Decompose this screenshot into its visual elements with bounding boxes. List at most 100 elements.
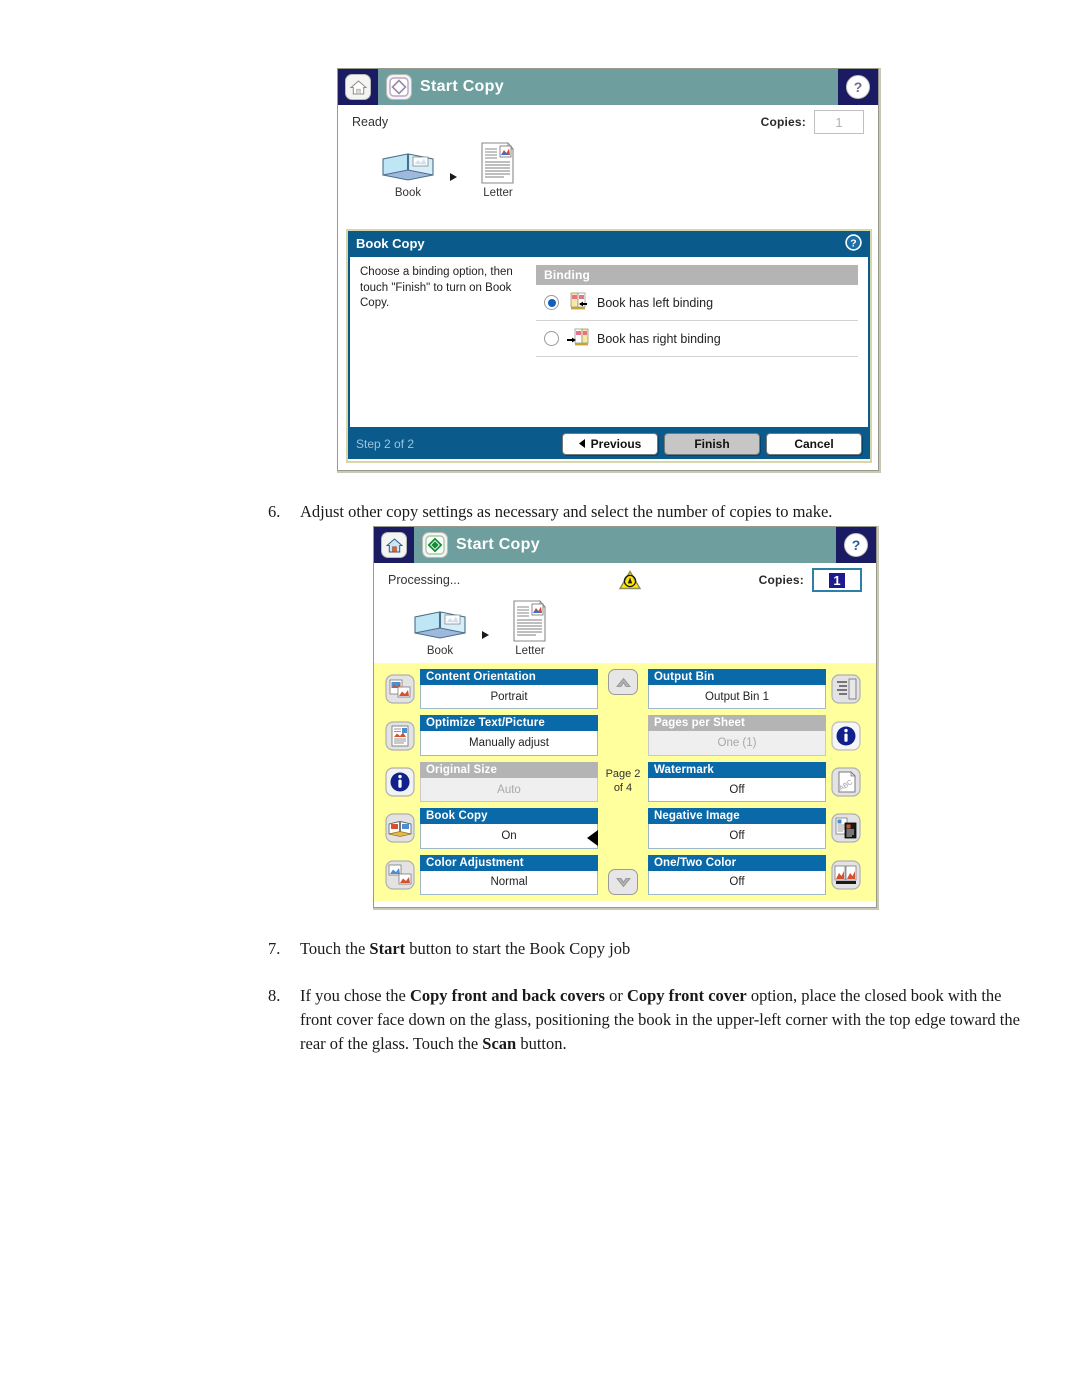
step-7-text: Touch the Start button to start the Book… (300, 937, 1008, 961)
letter-page-icon (513, 599, 546, 642)
setting-caption: One/Two Color (648, 854, 826, 871)
copies-input[interactable]: 1 (812, 568, 862, 592)
screen2-title: Start Copy (456, 536, 540, 553)
setting-color-adjustment[interactable]: Color Adjustment Normal (380, 854, 598, 896)
scroll-up-button[interactable] (608, 669, 638, 695)
setting-value: Portrait (420, 685, 598, 710)
setting-one-two-color[interactable]: One/Two Color Off (648, 854, 866, 896)
device-screen-copy-settings: Start Copy ? Processing... Copies: 1 Boo… (373, 526, 879, 910)
screen2-originals-strip: Book Letter (374, 597, 876, 663)
step-8-b2: Copy front cover (626, 986, 747, 1005)
copies-control[interactable]: Copies: 1 (761, 110, 864, 134)
original-type-book[interactable]: Book (378, 145, 438, 199)
step-8-text: If you chose the Copy front and back cov… (300, 984, 1020, 1056)
radio-right-binding[interactable] (544, 331, 559, 346)
home-icon (345, 74, 371, 100)
info-icon (380, 762, 420, 802)
output-type-letter[interactable]: Letter (468, 141, 528, 199)
book-copy-dialog-titlebar: Book Copy ? (348, 231, 870, 257)
binding-option-left-label: Book has left binding (597, 295, 714, 310)
finish-button[interactable]: Finish (664, 432, 760, 455)
screen1-status-row: Ready Copies: 1 (338, 105, 878, 139)
step-8-number: 8. (268, 986, 281, 1005)
book-icon (414, 611, 466, 639)
setting-caption: Watermark (648, 761, 826, 778)
setting-caption: Negative Image (648, 808, 826, 825)
setting-value: Output Bin 1 (648, 685, 826, 710)
copies-input[interactable]: 1 (814, 110, 864, 134)
binding-option-left[interactable]: Book has left binding (536, 285, 858, 321)
flow-arrow-icon (476, 613, 494, 657)
help-icon: ? (846, 75, 870, 99)
home-button[interactable] (374, 527, 414, 563)
selected-pointer-icon (587, 830, 598, 847)
info-icon (826, 715, 866, 755)
setting-value: Manually adjust (420, 731, 598, 756)
copies-label: Copies: (758, 573, 804, 587)
setting-caption: Color Adjustment (420, 854, 598, 871)
help-button[interactable]: ? (836, 527, 876, 563)
finish-button-label: Finish (694, 436, 730, 451)
page-indicator-line1: Page 2 (605, 768, 641, 781)
output-type-letter[interactable]: Letter (500, 599, 560, 657)
home-icon (381, 532, 407, 558)
radio-left-binding[interactable] (544, 295, 559, 310)
output-type-letter-label: Letter (515, 645, 545, 657)
negative-image-icon (826, 808, 866, 848)
setting-negative-image[interactable]: Negative Image Off (648, 808, 866, 849)
setting-caption: Pages per Sheet (648, 715, 826, 732)
binding-option-right[interactable]: Book has right binding (536, 321, 858, 357)
right-binding-icon (567, 327, 589, 350)
step-indicator: Step 2 of 2 (356, 436, 415, 451)
start-copy-button[interactable] (378, 69, 420, 105)
setting-output-bin[interactable]: Output Bin Output Bin 1 (648, 669, 866, 710)
left-arrow-icon (578, 439, 585, 448)
page-indicator-line2: of 4 (613, 782, 633, 794)
copies-input-value: 1 (829, 572, 845, 588)
scroll-down-button[interactable] (608, 869, 638, 895)
book-copy-dialog: Book Copy ? Choose a binding option, the… (346, 229, 872, 463)
start-copy-button[interactable] (414, 527, 456, 563)
original-type-book[interactable]: Book (410, 603, 470, 657)
setting-optimize-text-picture[interactable]: Optimize Text/Picture Manually adjust (380, 715, 598, 756)
svg-text:?: ? (850, 237, 856, 249)
home-button[interactable] (338, 69, 378, 105)
previous-button[interactable]: Previous (562, 432, 658, 455)
binding-option-right-label: Book has right binding (597, 331, 721, 346)
chevron-down-icon (615, 877, 631, 887)
warning-icon[interactable] (618, 570, 642, 593)
orientation-icon (380, 669, 420, 709)
copies-control[interactable]: Copies: 1 (759, 568, 862, 592)
setting-pages-per-sheet: Pages per Sheet One (1) (648, 715, 866, 756)
letter-page-icon (481, 141, 514, 184)
dialog-button-row: Previous Finish Cancel (562, 432, 862, 455)
setting-original-size: Original Size Auto (380, 761, 598, 803)
binding-option-group: Binding Book has left binding Book has r… (536, 265, 858, 357)
text-picture-icon (380, 715, 420, 755)
setting-value: Normal (420, 870, 598, 896)
setting-caption: Content Orientation (420, 669, 598, 685)
setting-value: One (1) (648, 731, 826, 756)
setting-caption: Original Size (420, 761, 598, 778)
step-8-p2: or (604, 986, 627, 1005)
setting-caption: Book Copy (420, 808, 598, 825)
help-icon[interactable]: ? (845, 233, 862, 254)
book-copy-icon (380, 808, 420, 848)
step-7-number: 7. (268, 939, 281, 958)
cancel-button[interactable]: Cancel (766, 432, 862, 455)
start-copy-icon (386, 74, 412, 100)
page-indicator: Page 2 of 4 (606, 768, 641, 796)
setting-value: Auto (420, 777, 598, 803)
setting-value: Off (648, 870, 826, 896)
help-button[interactable]: ? (838, 69, 878, 105)
setting-watermark[interactable]: Watermark Off ABC (648, 761, 866, 803)
book-copy-dialog-body: Choose a binding option, then touch "Fin… (348, 257, 870, 427)
left-binding-icon (567, 291, 589, 314)
color-adjust-icon (380, 855, 420, 895)
setting-content-orientation[interactable]: Content Orientation Portrait (380, 669, 598, 710)
setting-book-copy[interactable]: Book Copy On (380, 808, 598, 849)
screen2-status-row: Processing... Copies: 1 (374, 563, 876, 597)
screen2-titlebar: Start Copy ? (374, 527, 876, 563)
setting-value: Off (648, 824, 826, 849)
status-text: Ready (352, 115, 389, 129)
